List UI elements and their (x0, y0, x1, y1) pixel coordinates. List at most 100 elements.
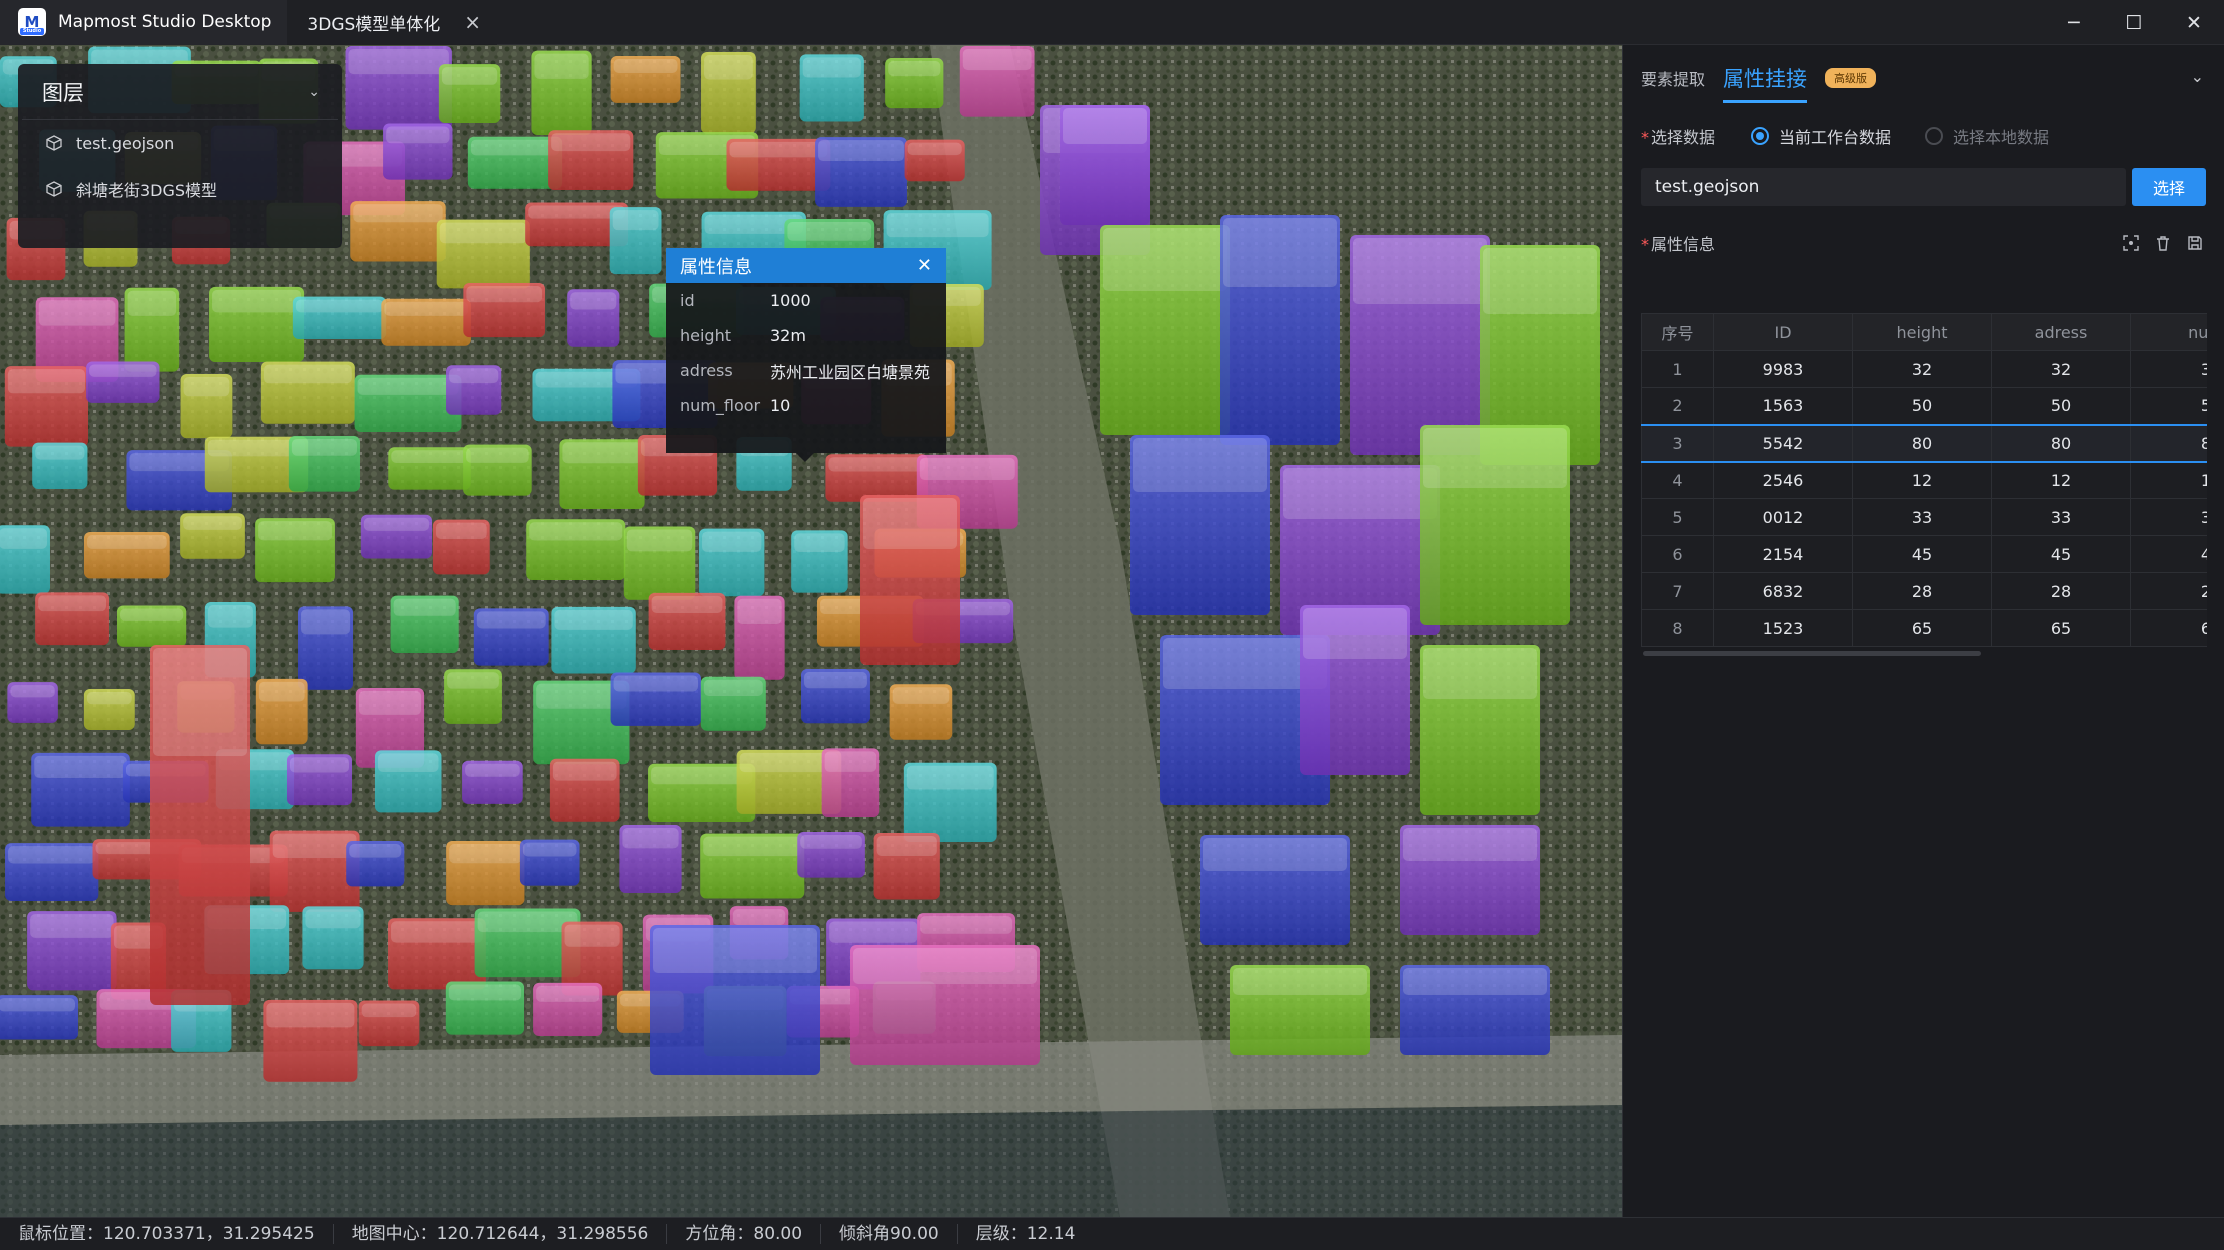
building[interactable] (446, 841, 525, 906)
close-window-button[interactable]: ✕ (2164, 0, 2224, 45)
building[interactable] (354, 374, 462, 432)
building[interactable] (1420, 425, 1570, 625)
building[interactable] (610, 55, 681, 103)
building[interactable] (374, 750, 442, 813)
building[interactable] (648, 592, 726, 650)
building[interactable] (885, 58, 944, 109)
building[interactable] (889, 684, 953, 740)
building[interactable] (531, 50, 592, 135)
building[interactable] (436, 219, 530, 289)
building[interactable] (799, 54, 864, 122)
building[interactable] (797, 832, 865, 878)
building[interactable] (302, 906, 364, 970)
building[interactable] (7, 682, 58, 723)
building[interactable] (180, 374, 233, 439)
tab-3dgs[interactable]: 3DGS模型单体化 × (287, 0, 498, 45)
building[interactable] (255, 678, 308, 745)
building[interactable] (1400, 965, 1550, 1055)
building[interactable] (383, 123, 453, 180)
building[interactable] (298, 606, 354, 690)
building[interactable] (286, 754, 353, 806)
focus-icon[interactable] (2120, 232, 2142, 254)
building[interactable] (83, 531, 170, 579)
building[interactable] (850, 945, 1040, 1065)
building[interactable] (292, 296, 387, 339)
building[interactable] (432, 519, 490, 575)
maximize-button[interactable]: ☐ (2104, 0, 2164, 45)
building[interactable] (1200, 835, 1350, 945)
table-row[interactable]: 4 2546 12 12 1 (1641, 461, 2207, 499)
scrollbar-thumb[interactable] (1643, 651, 1981, 656)
building[interactable] (700, 833, 805, 899)
building[interactable] (559, 439, 645, 510)
building[interactable] (800, 669, 870, 724)
building[interactable] (5, 843, 99, 901)
building[interactable] (150, 645, 250, 1005)
building[interactable] (388, 447, 471, 490)
building[interactable] (381, 298, 471, 346)
building[interactable] (1220, 215, 1340, 445)
building[interactable] (31, 752, 130, 827)
building[interactable] (701, 52, 756, 134)
table-row[interactable]: 3 5542 80 80 8 (1641, 423, 2207, 463)
building[interactable] (1400, 825, 1540, 935)
building[interactable] (609, 207, 662, 275)
building[interactable] (269, 830, 360, 912)
table-row[interactable]: 8 1523 65 65 6 (1641, 609, 2207, 647)
building[interactable] (904, 139, 965, 182)
building[interactable] (567, 289, 620, 347)
building[interactable] (519, 839, 580, 886)
radio-local-data[interactable]: 选择本地数据 (1925, 124, 2049, 148)
tab-close-icon[interactable]: × (464, 10, 481, 34)
building[interactable] (548, 130, 634, 191)
building[interactable] (551, 606, 636, 674)
building[interactable] (467, 136, 563, 189)
building[interactable] (4, 366, 89, 447)
building[interactable] (1300, 605, 1410, 775)
building[interactable] (619, 825, 682, 893)
building[interactable] (117, 605, 187, 647)
building[interactable] (209, 286, 305, 363)
building[interactable] (821, 748, 880, 817)
building[interactable] (1060, 105, 1150, 225)
building[interactable] (473, 608, 549, 666)
building[interactable] (86, 361, 160, 403)
building[interactable] (124, 287, 180, 372)
building[interactable] (463, 283, 546, 338)
radio-workspace-data[interactable]: 当前工作台数据 (1751, 124, 1891, 148)
building[interactable] (255, 518, 335, 583)
table-row[interactable]: 7 6832 28 28 2 (1641, 572, 2207, 610)
building[interactable] (288, 436, 360, 492)
building[interactable] (27, 911, 117, 991)
table-row[interactable]: 2 1563 50 50 5 (1641, 387, 2207, 425)
building[interactable] (623, 526, 696, 600)
building[interactable] (0, 525, 50, 594)
building[interactable] (345, 46, 452, 130)
building[interactable] (0, 995, 79, 1040)
building[interactable] (700, 676, 766, 731)
building[interactable] (446, 365, 502, 415)
building[interactable] (350, 201, 446, 262)
building[interactable] (438, 64, 501, 123)
chevron-down-icon[interactable]: ⌄ (308, 84, 320, 100)
tab-attribute-attach[interactable]: 属性挂接 (1723, 63, 1808, 103)
building[interactable] (1420, 645, 1540, 815)
building[interactable] (1100, 225, 1230, 435)
building[interactable] (533, 982, 603, 1036)
building[interactable] (360, 514, 433, 559)
table-row[interactable]: 6 2154 45 45 4 (1641, 535, 2207, 573)
building[interactable] (445, 981, 525, 1035)
layer-panel-header[interactable]: 图层 ⌄ (22, 64, 338, 120)
building[interactable] (815, 137, 907, 207)
tab-feature-extract[interactable]: 要素提取 (1641, 66, 1705, 90)
building[interactable] (32, 442, 88, 490)
building[interactable] (35, 592, 109, 646)
building[interactable] (1350, 235, 1490, 455)
building[interactable] (1130, 435, 1270, 615)
building[interactable] (873, 832, 940, 900)
building[interactable] (263, 999, 358, 1082)
building[interactable] (549, 758, 620, 822)
close-icon[interactable]: ✕ (917, 255, 932, 276)
building[interactable] (610, 672, 702, 726)
building[interactable] (903, 762, 997, 843)
